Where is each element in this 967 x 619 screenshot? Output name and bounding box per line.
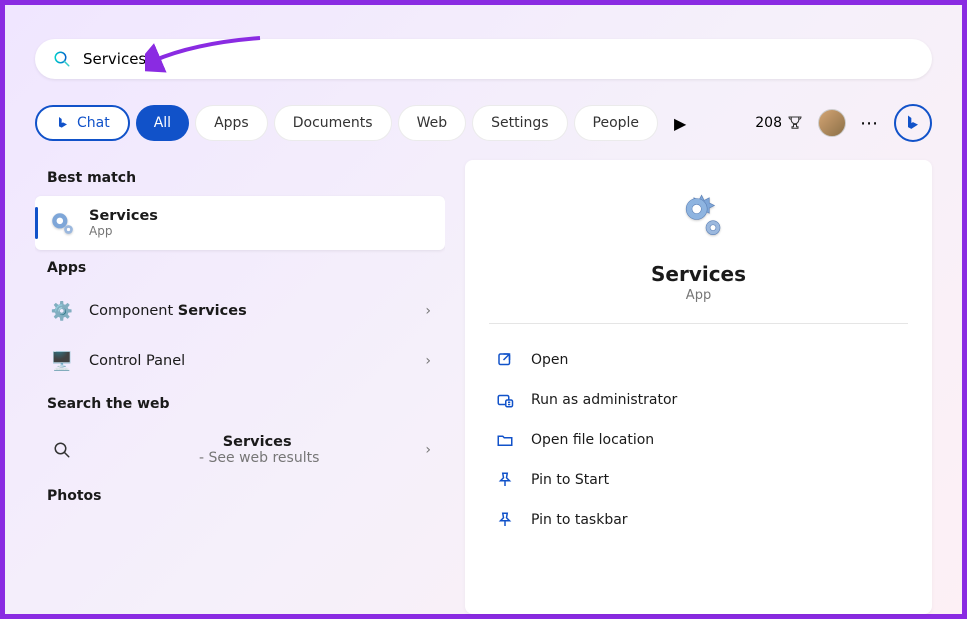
action-pin-start[interactable]: Pin to Start	[489, 460, 908, 500]
services-icon	[49, 210, 75, 236]
pin-icon	[495, 470, 515, 490]
more-filters-button[interactable]: ▶	[664, 114, 696, 133]
web-result[interactable]: Services - See web results ›	[35, 422, 445, 478]
filter-people[interactable]: People	[574, 105, 659, 141]
bing-icon	[55, 115, 71, 131]
search-icon	[49, 437, 75, 463]
apps-header: Apps	[35, 250, 445, 286]
action-open[interactable]: Open	[489, 340, 908, 380]
filter-apps[interactable]: Apps	[195, 105, 268, 141]
action-open-location[interactable]: Open file location	[489, 420, 908, 460]
admin-icon	[495, 390, 515, 410]
action-run-admin[interactable]: Run as administrator	[489, 380, 908, 420]
result-subtitle: App	[89, 224, 431, 238]
bing-chat-button[interactable]	[894, 104, 932, 142]
detail-subtitle: App	[686, 288, 711, 303]
trophy-icon	[786, 114, 804, 132]
results-column: Best match Services App Apps ⚙️ Componen…	[35, 160, 445, 614]
filter-settings[interactable]: Settings	[472, 105, 567, 141]
component-services-icon: ⚙️	[49, 298, 75, 324]
filter-all[interactable]: All	[136, 105, 189, 141]
chat-label: Chat	[77, 115, 110, 131]
detail-panel: Services App Open Run as administrator O…	[465, 160, 932, 614]
services-icon-large	[671, 188, 727, 244]
photos-header: Photos	[35, 478, 445, 514]
result-title: Services	[89, 208, 431, 224]
filter-documents[interactable]: Documents	[274, 105, 392, 141]
control-panel-icon: 🖥️	[49, 348, 75, 374]
web-header: Search the web	[35, 386, 445, 422]
search-icon	[53, 50, 71, 68]
chat-chip[interactable]: Chat	[35, 105, 130, 141]
search-bar[interactable]	[35, 39, 932, 79]
app-result-control-panel[interactable]: 🖥️ Control Panel ›	[35, 336, 445, 386]
user-avatar[interactable]	[818, 109, 846, 137]
best-match-result[interactable]: Services App	[35, 196, 445, 250]
chevron-right-icon: ›	[425, 353, 431, 369]
best-match-header: Best match	[35, 160, 445, 196]
folder-icon	[495, 430, 515, 450]
chevron-right-icon: ›	[425, 442, 431, 458]
rewards-points[interactable]: 208	[755, 114, 804, 132]
action-pin-taskbar[interactable]: Pin to taskbar	[489, 500, 908, 540]
chevron-right-icon: ›	[425, 303, 431, 319]
action-list: Open Run as administrator Open file loca…	[489, 340, 908, 540]
filter-row: Chat All Apps Documents Web Settings Peo…	[35, 103, 932, 143]
bing-icon	[903, 113, 923, 133]
more-options-button[interactable]: ⋯	[860, 113, 880, 134]
open-icon	[495, 350, 515, 370]
detail-title: Services	[651, 262, 746, 286]
filter-web[interactable]: Web	[398, 105, 467, 141]
app-result-component-services[interactable]: ⚙️ Component Services ›	[35, 286, 445, 336]
search-input[interactable]	[83, 50, 914, 68]
pin-icon	[495, 510, 515, 530]
